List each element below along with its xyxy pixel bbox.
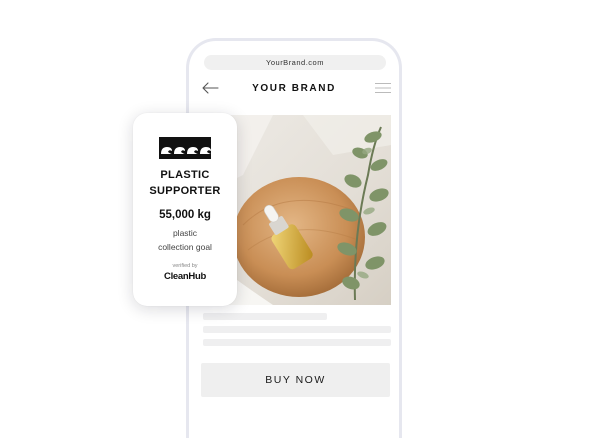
buy-now-button[interactable]: BUY NOW: [201, 363, 390, 397]
top-nav: YOUR BRAND: [189, 77, 399, 101]
cleanhub-logo[interactable]: CleanHub: [133, 271, 237, 282]
badge-title-line1: PLASTIC: [160, 169, 210, 181]
badge-desc-line1: plastic: [172, 228, 198, 238]
hamburger-menu-icon[interactable]: [375, 82, 391, 94]
badge-desc-line2: collection goal: [158, 242, 212, 252]
url-text: YourBrand.com: [266, 58, 324, 67]
url-bar[interactable]: YourBrand.com: [204, 55, 386, 70]
wave-icon: [159, 137, 211, 159]
badge-amount: 55,000 kg: [159, 209, 211, 221]
badge-title: PLASTIC SUPPORTER: [133, 167, 237, 199]
plastic-supporter-badge[interactable]: PLASTIC SUPPORTER 55,000 kg plastic coll…: [133, 113, 237, 306]
placeholder-line: [203, 326, 391, 333]
placeholder-line: [203, 313, 327, 320]
badge-title-line2: SUPPORTER: [149, 185, 221, 197]
brand-title[interactable]: YOUR BRAND: [189, 83, 399, 94]
placeholder-line: [203, 339, 391, 346]
badge-description: plastic collection goal: [133, 226, 237, 254]
verified-by-label: verified by: [172, 263, 198, 269]
